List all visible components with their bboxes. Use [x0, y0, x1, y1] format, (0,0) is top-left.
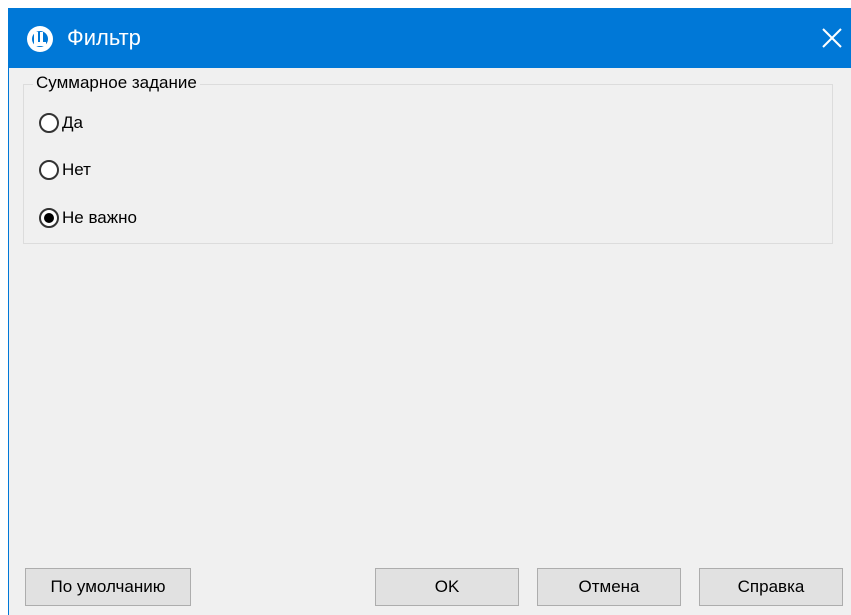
help-button[interactable]: Справка [699, 568, 843, 606]
radio-dot [44, 213, 54, 223]
window-title: Фильтр [67, 25, 141, 50]
close-button[interactable] [815, 22, 849, 54]
program-logo-icon [25, 24, 55, 54]
radio-label-no: Нет [62, 160, 91, 179]
radio-no[interactable]: Нет [39, 156, 91, 184]
summary-task-groupbox [23, 84, 833, 244]
close-icon [822, 28, 842, 48]
radio-label-yes: Да [62, 113, 83, 132]
radio-circle-selected[interactable] [39, 208, 59, 228]
radio-circle[interactable] [39, 160, 59, 180]
filter-dialog: Фильтр Суммарное задание Да Нет Не важно… [8, 8, 851, 615]
ok-button[interactable]: OK [375, 568, 519, 606]
title-bar[interactable]: Фильтр [9, 8, 851, 68]
default-button[interactable]: По умолчанию [25, 568, 191, 606]
radio-yes[interactable]: Да [39, 109, 83, 137]
cancel-button[interactable]: Отмена [537, 568, 681, 606]
radio-circle[interactable] [39, 113, 59, 133]
radio-label-any: Не важно [62, 208, 137, 227]
groupbox-label: Суммарное задание [33, 72, 200, 94]
radio-any[interactable]: Не важно [39, 204, 137, 232]
